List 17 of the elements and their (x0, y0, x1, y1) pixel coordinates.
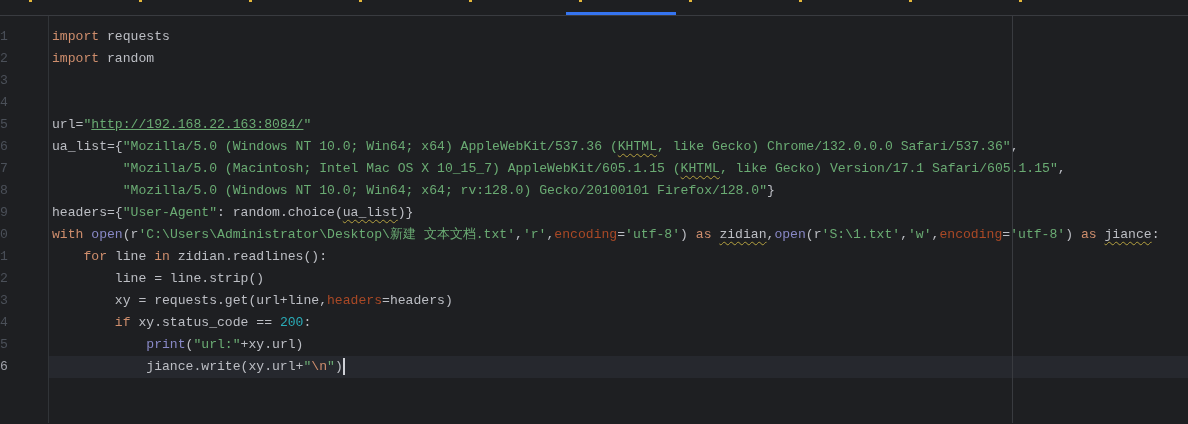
code-line: if xy.status_code == 200: (113, 314, 313, 332)
code-line: "Mozilla/5.0 (Macintosh; Intel Mac OS X 10_15_7) AppleWebKit/605.1.15 (KHTML, like Gecko) Version/17.1 Safari/605.1.15", (121, 160, 1067, 178)
code-line: headers={"User-Agent": random.choice(ua_list)} (51, 204, 415, 222)
code-line: url="http://192.168.22.163:8084/" (51, 116, 313, 134)
code-line: xy = requests.get(url+line,headers=headers) (113, 292, 454, 310)
line-number: 6 (0, 358, 9, 376)
code-line: "Mozilla/5.0 (Windows NT 10.0; Win64; x64; rv:128.0) Gecko/20100101 Firefox/128.0"} (121, 182, 776, 200)
code-line: import requests (51, 28, 171, 46)
code-line: line = line.strip() (113, 270, 266, 288)
text-cursor (342, 358, 345, 376)
code-line: print("url:"+xy.url) (145, 336, 305, 354)
code-line: with open(r'C:\Users\Administrator\Desktop\新建 文本文档.txt','r',encoding='utf-8') as zidian,open(r'S:\1.txt','w',encoding='utf-8') as jiance: (51, 226, 1161, 244)
code-line: for line in zidian.readlines(): (82, 248, 329, 266)
code-line: ua_list={"Mozilla/5.0 (Windows NT 10.0; Win64; x64) AppleWebKit/537.36 (KHTML, like Gecko) Chrome/132.0.0.0 Safari/537.36", (51, 138, 1020, 156)
editor-tab[interactable] (566, 0, 676, 15)
code-line: import random (51, 50, 156, 68)
code-line: jiance.write(xy.url+"\n") (145, 357, 346, 378)
